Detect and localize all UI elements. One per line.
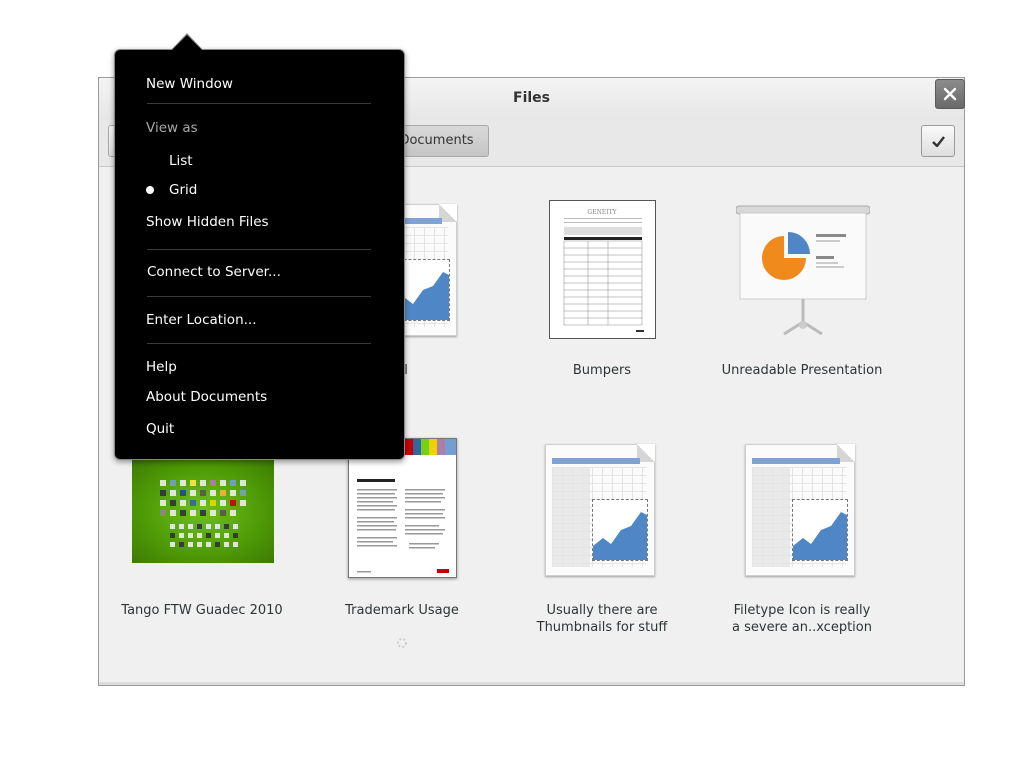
menu-item-connect-to-server[interactable]: Connect to Server...: [147, 264, 281, 280]
app-menu-popover: New Window View as List Grid Show Hidden…: [114, 49, 405, 460]
menu-item-show-hidden-files[interactable]: Show Hidden Files: [146, 214, 269, 230]
menu-separator: [147, 343, 371, 344]
document-thumbnail: GENEITY: [549, 200, 656, 339]
window-bottom-edge: [99, 682, 964, 685]
item-label: Filetype Icon is really a severe an..xce…: [712, 602, 892, 636]
close-button[interactable]: [935, 79, 965, 109]
item-label-line: Thumbnails for stuff: [536, 620, 668, 635]
spreadsheet-thumbnail: [745, 444, 855, 576]
menu-item-new-window[interactable]: New Window: [146, 76, 233, 92]
spreadsheet-thumbnail: [545, 444, 655, 576]
grid-item[interactable]: Tango FTW Guadec 2010: [112, 440, 292, 630]
item-label: Unreadable Presentation: [721, 363, 883, 378]
menu-item-quit[interactable]: Quit: [146, 421, 174, 437]
menu-item-help[interactable]: Help: [146, 359, 177, 375]
item-label: Trademark Usage: [345, 603, 459, 618]
menu-separator: [147, 103, 371, 104]
loading-spinner-icon: [397, 638, 407, 648]
grid-item[interactable]: Filetype Icon is really a severe an..xce…: [712, 440, 892, 640]
item-label-line: Filetype Icon is really: [733, 603, 871, 618]
checkmark-icon: [932, 136, 945, 147]
close-icon: [943, 87, 957, 101]
item-label-line: Usually there are: [546, 603, 658, 618]
menu-item-list[interactable]: List: [169, 153, 193, 169]
menu-item-about-documents[interactable]: About Documents: [146, 389, 267, 405]
item-label: Usually there are Thumbnails for stuff: [512, 602, 692, 636]
grid-item[interactable]: Unreadable Presentation: [712, 200, 892, 390]
menu-section-view-as: View as: [146, 120, 198, 136]
grid-item[interactable]: Trademark Usage: [312, 438, 492, 648]
item-label-line: a severe an..xception: [732, 620, 872, 635]
grid-item[interactable]: Usually there are Thumbnails for stuff: [512, 440, 692, 640]
svg-text:GENEITY: GENEITY: [587, 209, 617, 216]
menu-separator: [147, 296, 371, 297]
popover-arrow-fill: [172, 35, 202, 50]
image-thumbnail: [132, 460, 274, 563]
grid-item[interactable]: GENEITY Bumpers: [512, 200, 692, 390]
item-label: Bumpers: [572, 363, 632, 378]
menu-item-grid[interactable]: Grid: [169, 182, 197, 198]
selection-mode-button[interactable]: [921, 125, 955, 157]
menu-item-enter-location[interactable]: Enter Location...: [146, 312, 257, 328]
item-label: Tango FTW Guadec 2010: [121, 603, 283, 618]
radio-selected-icon: [146, 186, 154, 194]
menu-separator: [147, 249, 371, 250]
presentation-thumbnail: [735, 204, 871, 340]
